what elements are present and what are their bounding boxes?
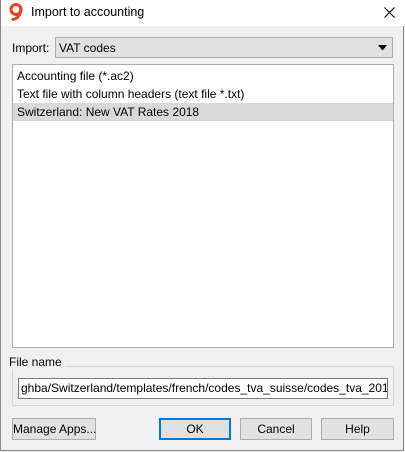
import-type-value: VAT codes <box>59 41 116 55</box>
cancel-button[interactable]: Cancel <box>240 418 312 440</box>
import-type-select[interactable]: VAT codes <box>55 37 393 58</box>
manage-apps-button[interactable]: Manage Apps... <box>12 418 96 440</box>
close-button[interactable] <box>372 0 405 26</box>
title-bar: Import to accounting <box>1 0 405 26</box>
list-item[interactable]: Accounting file (*.ac2) <box>13 67 393 85</box>
dropdown-arrow-icon <box>378 45 387 51</box>
file-name-field[interactable]: ghba/Switzerland/templates/french/codes_… <box>18 378 388 399</box>
help-button[interactable]: Help <box>321 418 394 440</box>
list-item-label: Switzerland: New VAT Rates 2018 <box>17 105 200 119</box>
import-label: Import: <box>12 41 50 55</box>
import-dialog: Import to accounting Import: VAT codes A… <box>0 0 405 451</box>
list-item[interactable]: Text file with column headers (text file… <box>13 85 393 103</box>
file-name-label: File name <box>6 355 65 369</box>
import-source-list[interactable]: Accounting file (*.ac2) Text file with c… <box>12 64 394 348</box>
ok-button[interactable]: OK <box>159 418 231 440</box>
close-icon <box>384 7 395 18</box>
list-item-label: Text file with column headers (text file… <box>17 87 245 101</box>
list-item-selected[interactable]: Switzerland: New VAT Rates 2018 <box>13 103 393 121</box>
banana-9-icon <box>8 3 25 21</box>
list-item-label: Accounting file (*.ac2) <box>17 69 134 83</box>
window-title: Import to accounting <box>31 5 145 19</box>
